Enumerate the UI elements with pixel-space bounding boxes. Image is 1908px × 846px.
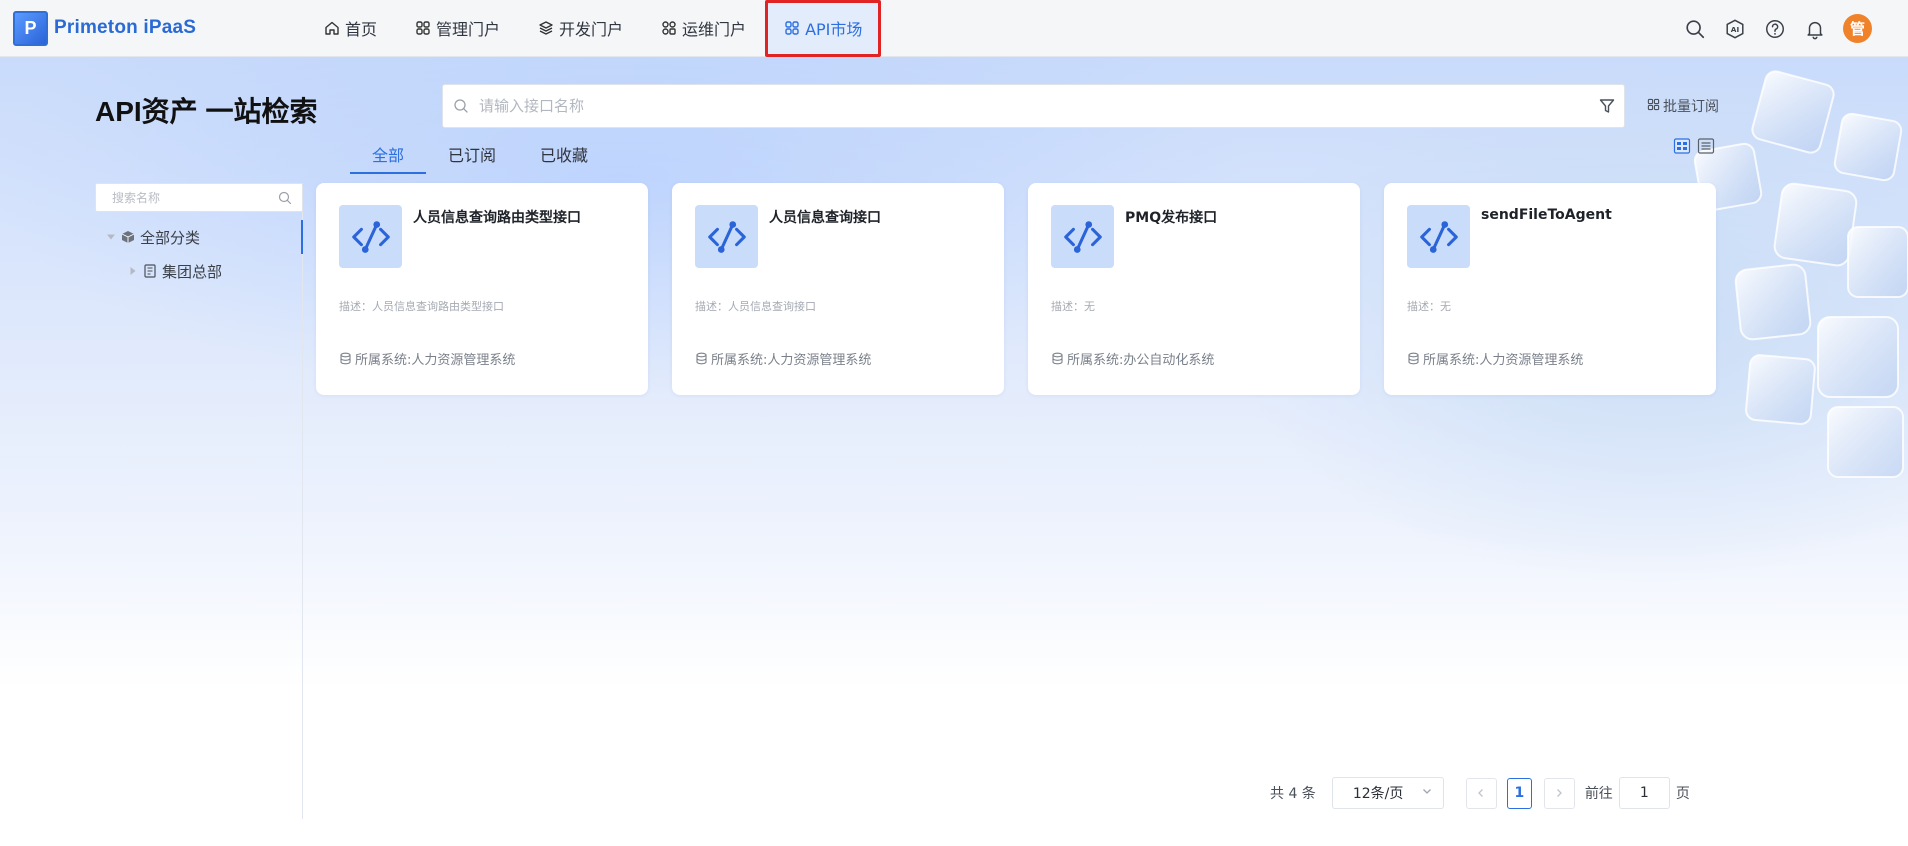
page-title: API资产 一站检索 <box>95 96 318 127</box>
tree-node-label: 全部分类 <box>140 228 201 247</box>
tab-favorites[interactable]: 已收藏 <box>518 136 610 174</box>
main-nav: 首页 管理门户 开发门户 运维门户 API市场 <box>305 0 882 57</box>
api-card[interactable]: 人员信息查询路由类型接口 描述：人员信息查询路由类型接口 所属系统:人力资源管理… <box>316 183 648 395</box>
tree-node-label: 集团总部 <box>162 262 223 281</box>
header-actions: AI 管 <box>1683 0 1872 57</box>
api-card[interactable]: sendFileToAgent 描述：无 所属系统:人力资源管理系统 <box>1384 183 1716 395</box>
api-card-title: 人员信息查询路由类型接口 <box>413 210 581 226</box>
brand[interactable]: P Primeton iPaaS <box>13 10 293 46</box>
api-card-title: sendFileToAgent <box>1481 207 1612 223</box>
nav-label: 管理门户 <box>436 20 501 39</box>
search-icon <box>453 98 469 114</box>
api-card-system: 所属系统:人力资源管理系统 <box>1407 349 1583 368</box>
api-link-icon <box>1407 205 1470 268</box>
chevron-down-icon <box>1421 785 1433 801</box>
help-icon[interactable] <box>1763 17 1787 41</box>
tab-subscribed[interactable]: 已订阅 <box>426 136 518 174</box>
api-link-icon <box>339 205 402 268</box>
goto-label: 前往 <box>1584 786 1613 802</box>
api-card[interactable]: 人员信息查询接口 描述：人员信息查询接口 所属系统:人力资源管理系统 <box>672 183 1004 395</box>
database-icon <box>339 352 352 365</box>
grid-icon <box>661 20 677 36</box>
nav-item-dev-portal[interactable]: 开发门户 <box>519 0 642 57</box>
total-count: 共 4 条 <box>1270 786 1316 802</box>
top-navigation-bar: P Primeton iPaaS 首页 管理门户 开发门户 运维门户 API市场… <box>0 0 1908 57</box>
batch-subscribe-button[interactable]: 批量订阅 <box>1647 96 1719 116</box>
chevron-left-icon <box>1478 789 1484 797</box>
api-card-description: 描述：人员信息查询路由类型接口 <box>339 300 504 313</box>
tab-all[interactable]: 全部 <box>350 136 427 174</box>
bell-icon[interactable] <box>1803 17 1827 41</box>
caret-down-icon[interactable] <box>107 233 115 241</box>
api-link-icon <box>695 205 758 268</box>
grid-icon <box>784 20 800 36</box>
nav-item-home[interactable]: 首页 <box>305 0 396 57</box>
pagination: 共 4 条 12条/页 1 前往 页 <box>1270 777 1690 809</box>
page-size-select[interactable]: 12条/页 <box>1331 777 1444 809</box>
api-search-input[interactable] <box>479 97 1598 115</box>
nav-label: 运维门户 <box>682 20 747 39</box>
card-view-icon[interactable] <box>1673 137 1691 155</box>
search-icon <box>278 191 292 205</box>
view-toggle <box>1673 137 1715 155</box>
tree-node-group-hq[interactable]: 集团总部 <box>95 254 302 288</box>
nav-label: 首页 <box>345 20 378 39</box>
api-card-description: 描述：人员信息查询接口 <box>695 300 816 313</box>
api-card-system-label: 所属系统:办公自动化系统 <box>1067 353 1215 368</box>
prev-page-button[interactable] <box>1465 777 1497 809</box>
svg-text:AI: AI <box>1731 25 1740 34</box>
brand-name: Primeton iPaaS <box>54 17 197 38</box>
api-search-box <box>442 84 1625 128</box>
batch-icon <box>1647 98 1660 115</box>
page-suffix: 页 <box>1675 786 1690 802</box>
caret-right-icon[interactable] <box>129 267 137 275</box>
search-icon[interactable] <box>1683 17 1707 41</box>
api-card-system: 所属系统:人力资源管理系统 <box>339 349 515 368</box>
home-icon <box>324 20 340 36</box>
api-card-title: 人员信息查询接口 <box>769 210 881 226</box>
database-icon <box>1407 352 1420 365</box>
user-avatar[interactable]: 管 <box>1843 14 1872 43</box>
category-search-box <box>95 183 303 212</box>
filter-icon[interactable] <box>1598 97 1616 115</box>
filter-tabs: 全部 已订阅 已收藏 <box>350 136 610 174</box>
goto-page-input[interactable] <box>1618 777 1670 809</box>
nav-item-ops-portal[interactable]: 运维门户 <box>642 0 765 57</box>
api-card-description: 描述：无 <box>1407 300 1451 313</box>
api-card-system: 所属系统:办公自动化系统 <box>1051 349 1214 368</box>
api-card-description: 描述：无 <box>1051 300 1095 313</box>
next-page-button[interactable] <box>1543 777 1575 809</box>
api-card-title: PMQ发布接口 <box>1125 210 1218 226</box>
brand-logo: P <box>13 10 48 46</box>
grid-icon <box>415 20 431 36</box>
chevron-right-icon <box>1557 789 1563 797</box>
tree-node-all-categories[interactable]: 全部分类 <box>95 220 303 254</box>
nav-label: API市场 <box>805 20 863 39</box>
list-view-icon[interactable] <box>1697 137 1715 155</box>
page-size-value: 12条/页 <box>1352 786 1404 802</box>
cube-icon <box>121 230 135 244</box>
nav-item-api-market[interactable]: API市场 <box>765 0 882 57</box>
api-link-icon <box>1051 205 1114 268</box>
document-icon <box>143 264 157 278</box>
batch-subscribe-label: 批量订阅 <box>1663 99 1719 115</box>
database-icon <box>1051 352 1064 365</box>
api-card-system-label: 所属系统:人力资源管理系统 <box>711 353 872 368</box>
ai-icon[interactable]: AI <box>1723 17 1747 41</box>
nav-item-admin-portal[interactable]: 管理门户 <box>396 0 519 57</box>
api-card-grid: 人员信息查询路由类型接口 描述：人员信息查询路由类型接口 所属系统:人力资源管理… <box>316 183 1716 395</box>
api-card[interactable]: PMQ发布接口 描述：无 所属系统:办公自动化系统 <box>1028 183 1360 395</box>
database-icon <box>695 352 708 365</box>
api-card-system-label: 所属系统:人力资源管理系统 <box>355 353 516 368</box>
category-search-input[interactable] <box>112 190 278 205</box>
category-sidebar: 全部分类 集团总部 <box>95 183 303 819</box>
nav-label: 开发门户 <box>559 20 624 39</box>
layers-icon <box>538 20 554 36</box>
api-card-system-label: 所属系统:人力资源管理系统 <box>1423 353 1584 368</box>
api-card-system: 所属系统:人力资源管理系统 <box>695 349 871 368</box>
page-number-current[interactable]: 1 <box>1506 777 1532 809</box>
